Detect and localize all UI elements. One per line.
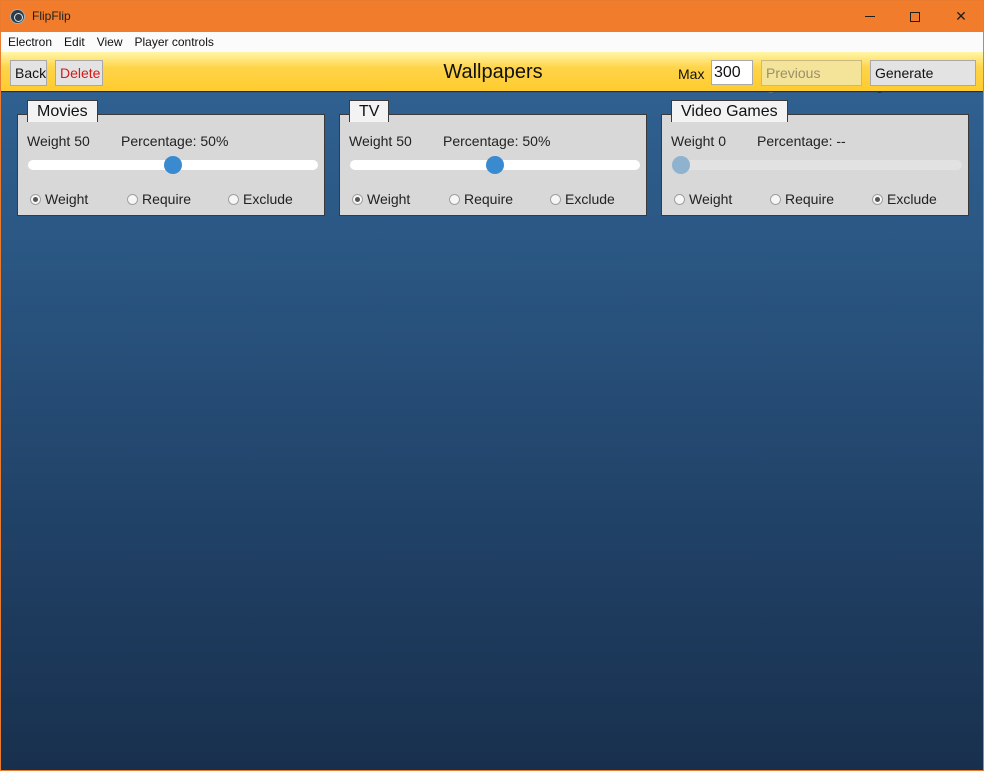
radio-label: Exclude — [243, 191, 293, 207]
mode-radio-group: Weight Require Exclude — [674, 191, 964, 209]
radio-exclude[interactable]: Exclude — [228, 191, 293, 207]
radio-weight[interactable]: Weight — [30, 191, 88, 207]
radio-label: Exclude — [887, 191, 937, 207]
radio-label: Weight — [367, 191, 411, 207]
radio-button[interactable] — [127, 193, 138, 205]
radio-label: Require — [785, 191, 835, 207]
radio-label: Require — [142, 191, 192, 207]
radio-weight[interactable]: Weight — [674, 191, 732, 207]
radio-label: Weight — [45, 191, 89, 207]
radio-require[interactable]: Require — [449, 191, 513, 207]
minimize-button[interactable] — [847, 1, 893, 32]
radio-button[interactable] — [228, 193, 239, 205]
slider-thumb[interactable] — [164, 156, 182, 174]
card-tab-label: Video Games — [671, 100, 788, 122]
radio-button[interactable] — [449, 193, 460, 205]
menu-player-controls[interactable]: Player controls — [135, 35, 214, 49]
weight-text: Weight 50 — [27, 133, 90, 149]
close-button[interactable]: ✕ — [938, 1, 983, 32]
menu-view[interactable]: View — [97, 35, 123, 49]
maximize-icon — [910, 11, 920, 22]
max-input[interactable] — [711, 60, 753, 85]
radio-label: Exclude — [565, 191, 615, 207]
weight-text: Weight 50 — [349, 133, 412, 149]
close-icon: ✕ — [955, 8, 967, 25]
maximize-button[interactable] — [892, 1, 938, 32]
max-label: Max — [678, 66, 705, 82]
tag-card-video-games: Video Games Weight 0 Percentage: -- Weig… — [661, 100, 969, 216]
app-title: FlipFlip — [32, 9, 71, 23]
card-tab-label: Movies — [27, 100, 98, 122]
card-tab-label: TV — [349, 100, 390, 122]
weight-slider[interactable] — [350, 156, 640, 174]
title-bar: FlipFlip ✕ — [1, 1, 983, 32]
weight-slider[interactable] — [28, 156, 318, 174]
app-logo-icon — [10, 9, 25, 24]
tag-card-tv: TV Weight 50 Percentage: 50% Weight Requ… — [339, 100, 647, 216]
radio-button[interactable] — [770, 193, 781, 205]
minimize-icon — [865, 16, 875, 17]
menu-electron[interactable]: Electron — [8, 35, 52, 49]
radio-require[interactable]: Require — [770, 191, 834, 207]
tag-card-movies: Movies Weight 50 Percentage: 50% Weight … — [17, 100, 325, 216]
percentage-text: Percentage: 50% — [121, 133, 229, 149]
app-window: FlipFlip ✕ Electron Edit View Player con… — [0, 0, 984, 771]
slider-thumb — [672, 156, 690, 174]
previous-scene-button: Previous Scene — [761, 60, 862, 105]
slider-thumb[interactable] — [486, 156, 504, 174]
radio-exclude[interactable]: Exclude — [550, 191, 615, 207]
percentage-text: Percentage: -- — [757, 133, 846, 149]
radio-button[interactable] — [352, 193, 363, 205]
menu-bar: Electron Edit View Player controls — [1, 32, 983, 52]
radio-label: Weight — [689, 191, 733, 207]
menu-edit[interactable]: Edit — [64, 35, 85, 49]
radio-button[interactable] — [872, 193, 883, 205]
radio-button[interactable] — [674, 193, 685, 205]
radio-button[interactable] — [550, 193, 561, 205]
radio-require[interactable]: Require — [127, 191, 191, 207]
radio-label: Require — [464, 191, 514, 207]
scene-header: Back Delete Wallpapers Max Previous Scen… — [1, 52, 983, 105]
weight-text: Weight 0 — [671, 133, 726, 149]
radio-exclude[interactable]: Exclude — [872, 191, 937, 207]
percentage-text: Percentage: 50% — [443, 133, 551, 149]
radio-button[interactable] — [30, 193, 41, 205]
generate-scene-button[interactable]: Generate Scene — [870, 60, 976, 105]
tag-weights-panel: Movies Weight 50 Percentage: 50% Weight … — [1, 93, 983, 770]
radio-weight[interactable]: Weight — [352, 191, 410, 207]
mode-radio-group: Weight Require Exclude — [352, 191, 642, 209]
weight-slider — [672, 156, 962, 174]
mode-radio-group: Weight Require Exclude — [30, 191, 320, 209]
